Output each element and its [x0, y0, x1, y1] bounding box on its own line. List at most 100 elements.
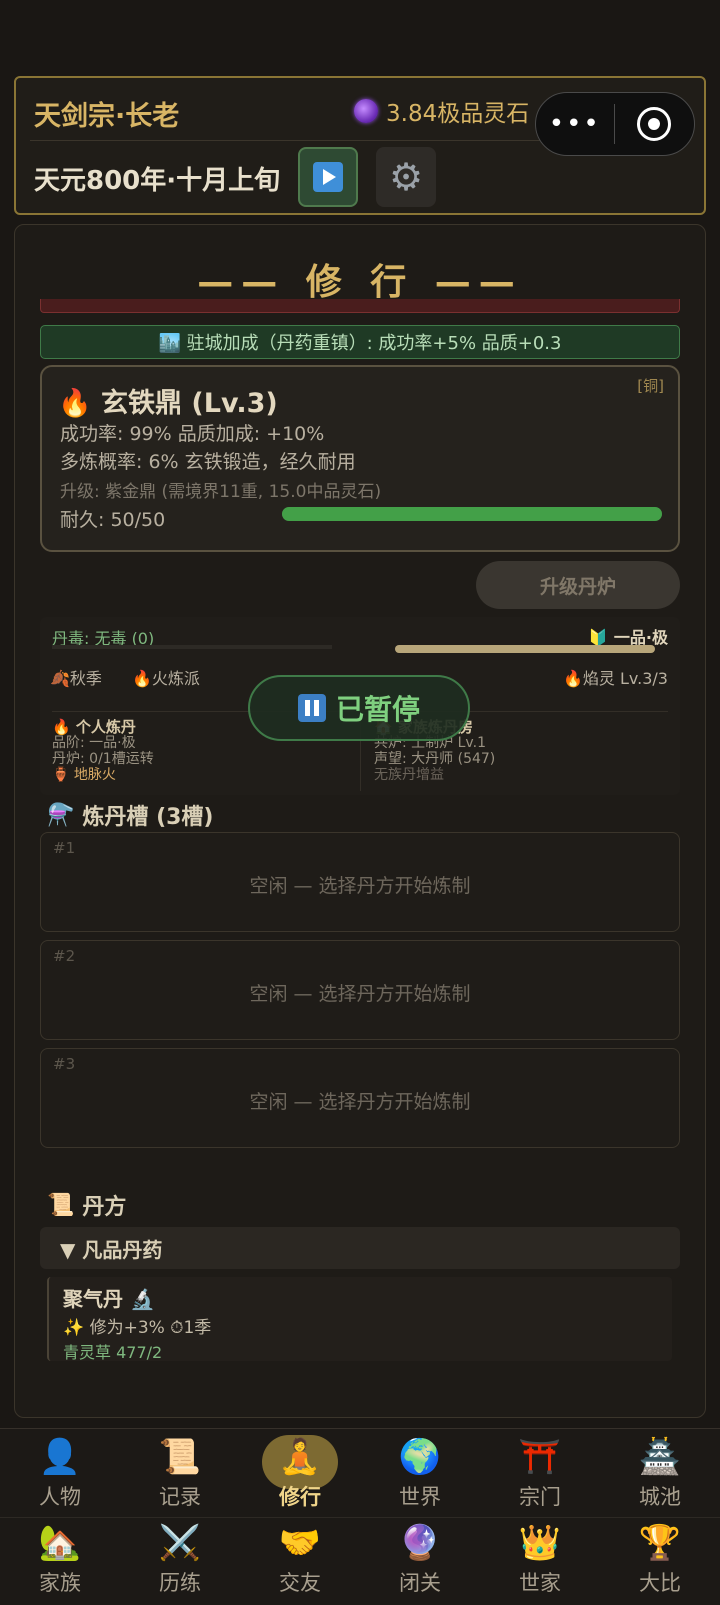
grade-bar: [395, 645, 655, 653]
personal-alchemy-title: 🔥 个人炼丹: [52, 718, 136, 736]
recipe-category-toggle[interactable]: ▼ 凡品丹药: [40, 1227, 680, 1269]
recipe-ingredient: 青灵草 477/2: [63, 1343, 163, 1362]
pause-icon: [297, 694, 326, 722]
furnace-name: 🔥 玄铁鼎 (Lv.3): [58, 388, 278, 419]
furnace-durability-label: 耐久: 50/50: [60, 509, 166, 531]
nav-label: 修行: [279, 1485, 321, 1509]
furnace-upgrade-hint: 升级: 紫金鼎 (需境界11重, 15.0中品灵石): [60, 482, 382, 502]
swords-icon: ⚔️: [158, 1523, 202, 1563]
season: 🍂秋季: [50, 669, 102, 688]
alchemy-slot[interactable]: #3 空闲 — 选择丹方开始炼制: [40, 1048, 680, 1148]
nav-item-city[interactable]: 🏯 城池: [600, 1431, 720, 1517]
person-icon: 👤: [38, 1437, 82, 1477]
castle-icon: 🏯: [638, 1437, 682, 1477]
nav-item-family[interactable]: 🏡 家族: [0, 1517, 120, 1603]
nav-row: 👤 人物 📜 记录 🧘 修行 🌍 世界 ⛩️ 宗门 🏯 城池: [0, 1431, 720, 1517]
globe-icon: 🌍: [398, 1437, 442, 1477]
poison-bar: [52, 645, 332, 649]
scroll-icon: 📜: [158, 1437, 202, 1477]
nav-label: 记录: [159, 1485, 201, 1509]
family-note: 无族丹增益: [374, 767, 444, 783]
panel-title: —— 修 行 ——: [197, 262, 523, 303]
more-menu-button[interactable]: •••: [536, 109, 614, 139]
bottom-navigation: 👤 人物 📜 记录 🧘 修行 🌍 世界 ⛩️ 宗门 🏯 城池 🏡 家族 ⚔️ 历练 🤝 交友 🔮 闭…: [0, 1428, 720, 1605]
slot-number: #1: [53, 839, 76, 857]
nav-item-seclusion[interactable]: 🔮 闭关: [360, 1517, 480, 1603]
furnace-stats-2: 多炼概率: 6% 玄铁锻造，经久耐用: [60, 451, 356, 473]
flask-icon: ⚗️: [47, 802, 75, 828]
personal-alchemy: 🔥 个人炼丹 品阶: 一品·极 丹炉: 0/1槽运转 🏺 地脉火: [52, 719, 154, 783]
nav-row: 🏡 家族 ⚔️ 历练 🤝 交友 🔮 闭关 👑 世家 🏆 大比: [0, 1517, 720, 1603]
nav-label: 城池: [639, 1485, 681, 1509]
nav-label: 宗门: [519, 1485, 561, 1509]
spirit-stone-icon: [354, 99, 378, 123]
nav-item-sect[interactable]: ⛩️ 宗门: [480, 1431, 600, 1517]
fire-school: 🔥火炼派: [132, 669, 200, 688]
close-miniprogram-button[interactable]: [615, 107, 695, 141]
slot-status: 空闲 — 选择丹方开始炼制: [249, 983, 471, 1005]
nav-item-character[interactable]: 👤 人物: [0, 1431, 120, 1517]
personal-furnace: 丹炉: 0/1槽运转: [52, 751, 154, 767]
nav-item-records[interactable]: 📜 记录: [120, 1431, 240, 1517]
nav-item-world[interactable]: 🌍 世界: [360, 1431, 480, 1517]
nav-item-friends[interactable]: 🤝 交友: [240, 1517, 360, 1603]
alchemy-slot[interactable]: #2 空闲 — 选择丹方开始炼制: [40, 940, 680, 1040]
slot-number: #2: [53, 947, 76, 965]
spirit-stone-count: 3.84极品灵石: [386, 101, 530, 127]
play-icon: [313, 162, 343, 192]
torii-icon: ⛩️: [518, 1437, 562, 1477]
nav-item-tournament[interactable]: 🏆 大比: [600, 1517, 720, 1603]
personal-fire: 🏺 地脉火: [52, 767, 116, 783]
settings-button[interactable]: ⚙: [376, 147, 436, 207]
cultivation-panel: —— 修 行 —— 🏙️ 驻城加成（丹药重镇）: 成功率+5% 品质+0.3 🔥…: [14, 224, 706, 1418]
paused-label: 已暂停: [335, 693, 420, 726]
upgrade-furnace-button[interactable]: 升级丹炉: [476, 561, 680, 609]
recipes-title: 丹方: [82, 1195, 127, 1220]
furnace-card: 🔥 玄铁鼎 (Lv.3) [铜] 成功率: 99% 品质加成: +10% 多炼概…: [40, 365, 680, 552]
trophy-icon: 🏆: [638, 1523, 682, 1563]
scroll-icon: 📜: [47, 1192, 75, 1218]
recipes-section-title: 📜 丹方: [47, 1189, 126, 1221]
slot-status: 空闲 — 选择丹方开始炼制: [249, 875, 471, 897]
spirit-stones: 3.84极品灵石: [354, 94, 529, 128]
slots-section-title: ⚗️ 炼丹槽 (3槽): [47, 799, 213, 831]
miniprogram-capsule: •••: [535, 92, 695, 156]
handshake-icon: 🤝: [278, 1523, 322, 1563]
nav-label: 交友: [279, 1571, 321, 1595]
recipe-effect: ✨ 修为+3% ⏱1季: [63, 1318, 212, 1338]
alchemy-slot[interactable]: #1 空闲 — 选择丹方开始炼制: [40, 832, 680, 932]
furnace-tier-tag: [铜]: [637, 377, 664, 395]
nav-label: 家族: [39, 1571, 81, 1595]
house-icon: 🏡: [38, 1523, 82, 1563]
meditation-icon: 🧘: [278, 1437, 322, 1477]
nav-item-cultivation[interactable]: 🧘 修行: [240, 1431, 360, 1517]
nav-label: 世家: [519, 1571, 561, 1595]
gear-icon: ⚙: [388, 155, 424, 199]
crown-icon: 👑: [518, 1523, 562, 1563]
nav-label: 大比: [639, 1571, 681, 1595]
city-bonus-banner: 🏙️ 驻城加成（丹药重镇）: 成功率+5% 品质+0.3: [40, 325, 680, 359]
paused-button[interactable]: 已暂停: [248, 675, 470, 741]
game-date: 天元800年·十月上旬: [34, 166, 281, 196]
nav-item-adventure[interactable]: ⚔️ 历练: [120, 1517, 240, 1603]
recipe-item[interactable]: 聚气丹 🔬 ✨ 修为+3% ⏱1季 青灵草 477/2: [47, 1277, 672, 1362]
crystal-ball-icon: 🔮: [398, 1523, 442, 1563]
nav-label: 历练: [159, 1571, 201, 1595]
nav-label: 人物: [39, 1485, 81, 1509]
sect-title: 天剑宗·长老: [34, 101, 180, 132]
recipe-name: 聚气丹 🔬: [63, 1287, 155, 1311]
personal-grade: 品阶: 一品·极: [52, 735, 136, 751]
slot-status: 空闲 — 选择丹方开始炼制: [249, 1091, 471, 1113]
furnace-stats-1: 成功率: 99% 品质加成: +10%: [60, 423, 325, 445]
nav-label: 世界: [399, 1485, 441, 1509]
target-icon: [637, 107, 672, 141]
durability-bar: [282, 507, 662, 521]
slot-number: #3: [53, 1055, 76, 1073]
flame-spirit: 🔥焰灵 Lv.3/3: [563, 669, 668, 688]
family-fame: 声望: 大丹师 (547): [374, 751, 496, 767]
nav-item-clans[interactable]: 👑 世家: [480, 1517, 600, 1603]
slots-title: 炼丹槽 (3槽): [82, 805, 214, 830]
nav-label: 闭关: [399, 1571, 441, 1595]
durability-fill: [282, 507, 662, 521]
play-button[interactable]: [298, 147, 358, 207]
